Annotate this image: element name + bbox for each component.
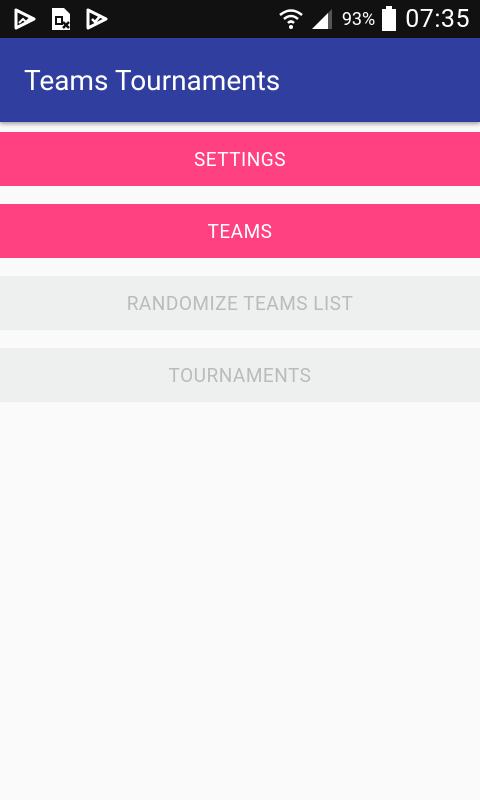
status-bar-system: 93% 07:35 [272, 5, 470, 34]
play-store-icon [14, 8, 36, 30]
signal-icon [310, 7, 334, 31]
app-title: Teams Tournaments [24, 63, 281, 97]
wifi-icon [278, 7, 304, 31]
teams-button[interactable]: TEAMS [0, 204, 480, 258]
settings-button[interactable]: SETTINGS [0, 132, 480, 186]
app-bar: Teams Tournaments [0, 38, 480, 122]
battery-icon [381, 6, 397, 32]
settings-button-label: SETTINGS [193, 147, 287, 171]
status-bar-clock: 07:35 [405, 4, 470, 34]
tournaments-button-label: TOURNAMENTS [168, 363, 312, 387]
task-check-icon [86, 8, 108, 30]
status-bar: 93% 07:35 [0, 0, 480, 38]
tournaments-button: TOURNAMENTS [0, 348, 480, 402]
randomize-teams-list-button-label: RANDOMIZE TEAMS LIST [126, 291, 354, 315]
randomize-teams-list-button: RANDOMIZE TEAMS LIST [0, 276, 480, 330]
battery-percent: 93% [341, 8, 376, 30]
teams-button-label: TEAMS [207, 219, 273, 243]
main-menu: SETTINGS TEAMS RANDOMIZE TEAMS LIST TOUR… [0, 122, 480, 402]
status-bar-notifications [14, 7, 122, 31]
sim-card-icon [50, 7, 72, 31]
